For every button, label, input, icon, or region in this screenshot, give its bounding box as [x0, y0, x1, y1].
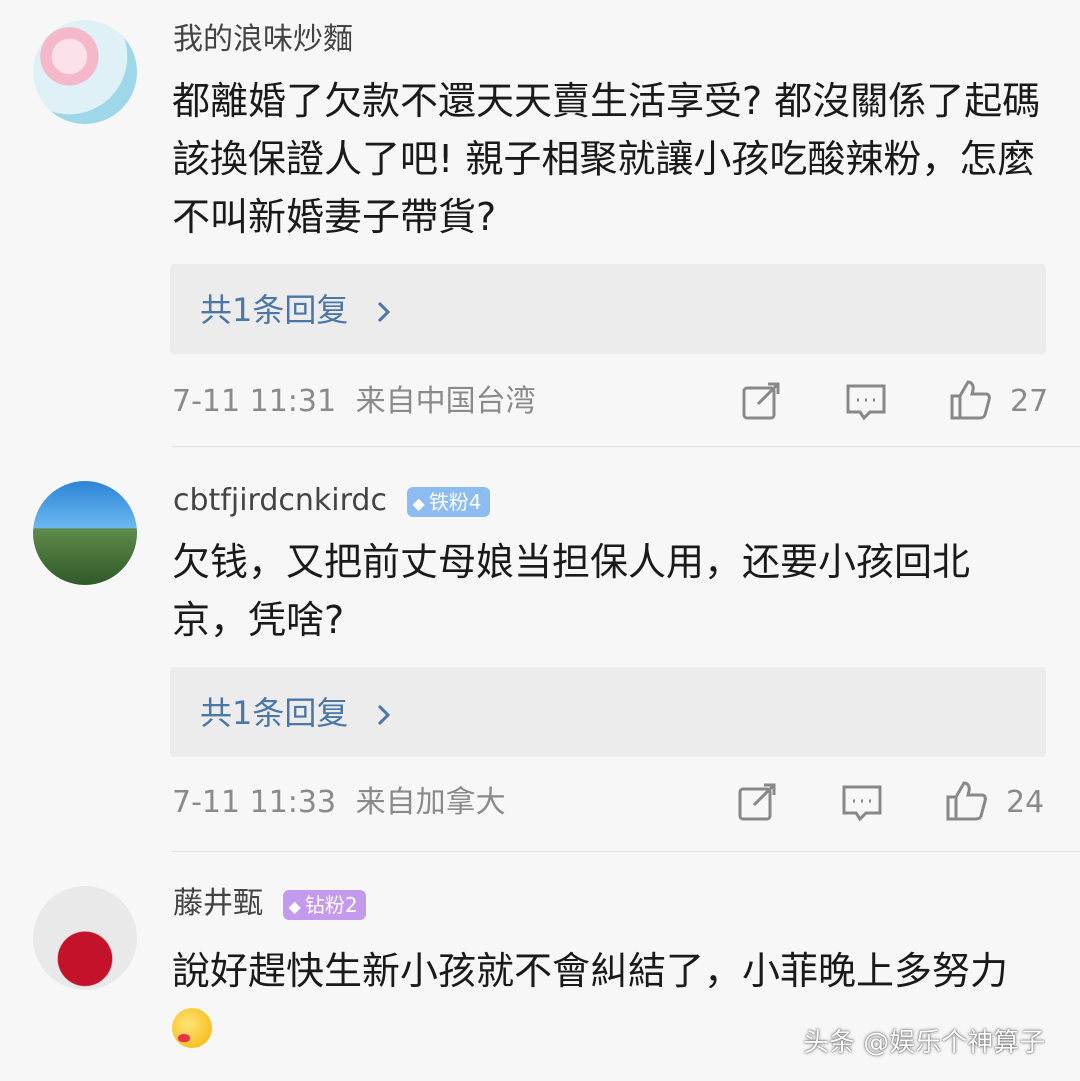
comment-meta: 7-11 11:31 来自中国台湾 [172, 382, 536, 422]
comment-meta: 7-11 11:33 来自加拿大 [172, 783, 506, 823]
thumbs-up-icon[interactable] [948, 378, 992, 422]
comment-item: cbtfjirdcnkirdc ◆ 铁粉4 欠钱，又把前丈母娘当担保人用，还要小孩… [0, 447, 1080, 851]
reply-thread-label: 共1条回复 [200, 693, 395, 733]
like-count: 24 [1006, 785, 1045, 820]
chevron-right-icon [377, 704, 390, 726]
like-count: 27 [1010, 384, 1049, 419]
reply-thread-label: 共1条回复 [200, 290, 395, 330]
username[interactable]: cbtfjirdcnkirdc ◆ 铁粉4 [173, 481, 490, 521]
avatar[interactable] [33, 20, 137, 124]
diamond-icon: ◆ [288, 896, 301, 916]
chevron-right-icon [377, 301, 390, 323]
thumbs-up-icon[interactable] [944, 779, 988, 823]
share-icon[interactable] [736, 781, 780, 825]
comment-icon[interactable] [844, 380, 888, 424]
avatar[interactable] [33, 886, 137, 990]
share-icon[interactable] [740, 380, 784, 424]
username[interactable]: 我的浪味炒麵 [173, 20, 353, 60]
comment-item: 我的浪味炒麵 都離婚了欠款不還天天賣生活享受? 都沒關係了起碼該換保證人了吧! … [0, 0, 1080, 446]
username[interactable]: 藤井甄 ◆ 钻粉2 [173, 884, 366, 924]
fan-badge: ◆ 铁粉4 [406, 486, 490, 517]
timestamp: 7-11 11:33 [172, 785, 337, 820]
comment-text: 都離婚了欠款不還天天賣生活享受? 都沒關係了起碼該換保證人了吧! 親子相聚就讓小… [172, 79, 1041, 239]
avatar[interactable] [33, 481, 137, 585]
comment-text: 欠钱，又把前丈母娘当担保人用，还要小孩回北京，凭啥? [172, 540, 971, 642]
diamond-icon: ◆ [412, 493, 425, 513]
watermark: 头条 @娱乐个神算子 [803, 1028, 1046, 1058]
timestamp: 7-11 11:31 [172, 384, 337, 419]
fan-badge: ◆ 钻粉2 [282, 889, 366, 920]
reply-thread-button[interactable]: 共1条回复 [170, 264, 1046, 354]
reply-thread-button[interactable]: 共1条回复 [170, 667, 1046, 757]
kiss-emoji-icon [172, 1008, 212, 1048]
comment-icon[interactable] [840, 781, 884, 825]
location: 来自中国台湾 [355, 384, 536, 419]
location: 来自加拿大 [355, 785, 506, 820]
